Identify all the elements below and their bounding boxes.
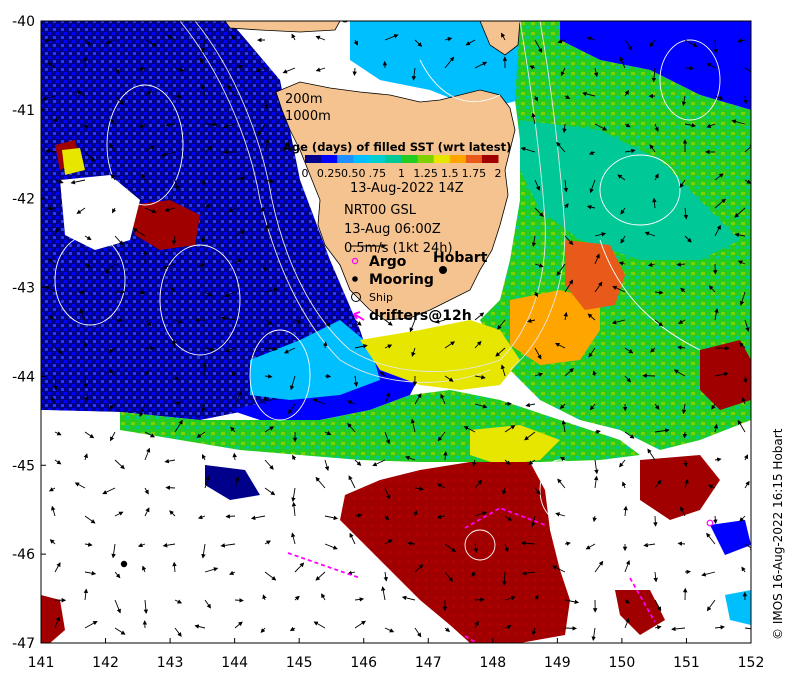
mooring-marker	[120, 560, 128, 568]
colorbar-swatch	[449, 155, 467, 163]
colorbar-tick-label: 0.25	[317, 167, 342, 180]
colorbar-swatch	[321, 155, 338, 163]
velocity-arrow	[352, 67, 357, 76]
colorbar-swatch	[337, 155, 354, 163]
legend-mooring-label: Mooring	[369, 272, 434, 288]
velocity-arrow	[165, 485, 176, 490]
velocity-arrow	[324, 373, 332, 379]
x-tick-label: 146	[350, 655, 377, 671]
colorbar-title: Age (days) of filled SST (wrt latest)	[283, 140, 511, 154]
velocity-arrow	[322, 341, 328, 349]
colorbar-tick-label: 1.25	[413, 167, 438, 180]
y-tick-label: -42	[12, 192, 35, 208]
x-tick-label: 144	[221, 655, 248, 671]
y-tick-label: -44	[12, 369, 35, 385]
x-tick-label: 152	[738, 655, 765, 671]
colorbar-swatch	[481, 155, 499, 163]
y-tick-label: -47	[12, 636, 35, 652]
colorbar-tick-label: 1	[398, 167, 405, 180]
x-tick-label: 151	[673, 655, 700, 671]
model-label: NRT00 GSL	[344, 203, 417, 218]
velocity-arrow	[114, 318, 124, 323]
y-tick-label: -43	[12, 281, 35, 297]
x-tick-label: 148	[479, 655, 506, 671]
contour-label-1000m: 1000m	[285, 109, 331, 124]
velocity-arrow	[225, 514, 236, 519]
colorbar-tick-label: 2	[495, 167, 502, 180]
x-tick-label: 143	[157, 655, 184, 671]
y-tick-label: -46	[12, 547, 35, 563]
legend-argo-label: Argo	[369, 254, 407, 270]
colorbar-ticks: 0 0.25 0.50.75 1 1.25 1.5 1.75 2	[302, 167, 502, 180]
credit-text: © IMOS 16-Aug-2022 16:15 Hobart	[771, 428, 785, 640]
legend-drifter-label: drifters@12h	[369, 308, 472, 324]
y-tick-label: -41	[12, 103, 35, 119]
hobart-label: Hobart	[433, 250, 488, 266]
legend-mooring-icon	[352, 276, 358, 282]
colorbar	[305, 155, 499, 163]
velocity-arrow	[204, 122, 218, 127]
sst-field	[41, 21, 751, 643]
colorbar-tick-label: 1.5	[441, 167, 459, 180]
colorbar-swatch	[465, 155, 483, 163]
legend-ship-label: Ship	[369, 291, 393, 304]
colorbar-swatch	[305, 155, 322, 163]
colorbar-swatch	[433, 155, 451, 163]
colorbar-swatch	[401, 155, 419, 163]
image-time: 13-Aug-2022 14Z	[350, 181, 464, 196]
velocity-arrow	[682, 431, 688, 439]
velocity-arrow	[564, 626, 577, 631]
hobart-marker	[439, 266, 447, 274]
colorbar-swatch	[385, 155, 402, 163]
colorbar-tick-label: .75	[369, 167, 387, 180]
contour-label-200m: 200m	[285, 92, 322, 107]
colorbar-tick-label: 0.50	[341, 167, 366, 180]
velocity-arrow	[44, 38, 56, 43]
x-tick-label: 142	[92, 655, 119, 671]
x-tick-label: 141	[28, 655, 55, 671]
colorbar-swatch	[369, 155, 386, 163]
x-tick-label: 145	[286, 655, 313, 671]
colorbar-tick-label: 0	[302, 167, 309, 180]
velocity-arrow	[653, 515, 658, 527]
y-tick-label: -45	[12, 458, 35, 474]
velocity-arrow	[474, 597, 485, 602]
sst-map-figure: 200m 1000m Age (days) of filled SST (wrt…	[12, 14, 785, 671]
x-tick-label: 150	[609, 655, 636, 671]
x-tick-label: 147	[415, 655, 442, 671]
x-tick-label: 149	[544, 655, 571, 671]
colorbar-swatch	[353, 155, 370, 163]
colorbar-swatch	[417, 155, 435, 163]
velocity-arrow	[83, 56, 88, 69]
model-time: 13-Aug 06:00Z	[344, 222, 441, 237]
colorbar-tick-label: 1.75	[462, 167, 487, 180]
velocity-arrow	[234, 598, 244, 603]
y-tick-label: -40	[12, 14, 35, 30]
